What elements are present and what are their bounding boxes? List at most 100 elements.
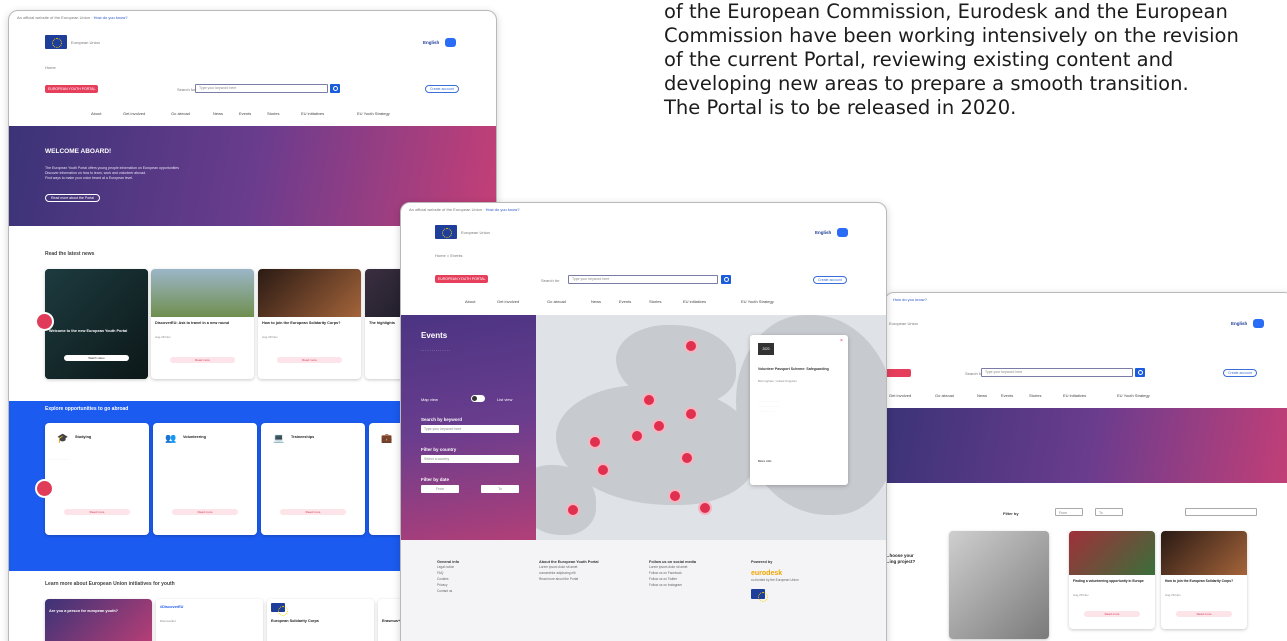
events-filter-panel: Events · · · · · · · · · · · · · · Map v… (401, 315, 536, 540)
eu-flag-icon (435, 225, 457, 239)
breadcrumb-home[interactable]: Home (45, 65, 56, 70)
close-icon[interactable]: × (840, 338, 843, 344)
explore-card-button[interactable]: Read more (63, 509, 131, 515)
learn-card-sub: DiscoverEU (160, 619, 176, 623)
listing-card-button[interactable]: Read more (1084, 611, 1140, 617)
event-popup-title: Volunteer Passport Scheme: Safeguarding (758, 367, 829, 371)
search-button[interactable] (1135, 368, 1145, 377)
event-pin[interactable] (700, 503, 710, 513)
from-field[interactable]: From (1055, 508, 1083, 516)
keyword-label: Search by keyword (421, 417, 463, 422)
nav-item[interactable]: Get involved (889, 393, 935, 398)
nav-item[interactable]: About (91, 111, 123, 116)
nav-item[interactable]: News (213, 111, 239, 116)
breadcrumb-home[interactable]: Home (435, 253, 446, 258)
language-bubble-icon[interactable] (837, 228, 848, 237)
event-pin[interactable] (632, 431, 642, 441)
language-bubble-icon[interactable] (445, 38, 456, 47)
to-field[interactable]: To (1095, 508, 1123, 516)
language-selector[interactable]: English (423, 40, 439, 45)
events-page-screenshot: An official website of the European Unio… (400, 202, 887, 641)
explore-card-title: Studying (75, 435, 92, 439)
create-account-button[interactable]: Create account (425, 85, 459, 93)
official-notice: An official website of the European Unio… (17, 15, 128, 20)
nav-item[interactable]: News (591, 299, 619, 304)
news-card-button[interactable]: Read more (169, 357, 236, 363)
news-card-image (258, 269, 361, 317)
nav-item[interactable]: Get involved (123, 111, 171, 116)
country-select[interactable]: Select a country (421, 455, 519, 463)
event-popup[interactable]: × 2020 Volunteer Passport Scheme: Safegu… (750, 335, 848, 485)
learn-card[interactable]: Are you a person for european youth? (45, 599, 152, 641)
event-pin[interactable] (682, 453, 692, 463)
search-label: Search for (177, 87, 196, 92)
hero-read-more-button[interactable]: Read more about the Portal (45, 194, 100, 202)
news-card-button[interactable]: Watch video (63, 355, 130, 361)
nav-item[interactable]: EU Youth Strategy (1117, 393, 1150, 398)
news-card[interactable]: Welcome to the new European Youth Portal… (45, 269, 148, 379)
laptop-icon: 💻 (273, 433, 285, 443)
news-card[interactable]: How to join the European Solidarity Corp… (258, 269, 361, 379)
explore-card-button[interactable]: Read more (279, 509, 347, 515)
event-pin[interactable] (644, 395, 654, 405)
search-input[interactable]: Type your keyword here (981, 368, 1133, 377)
language-bubble-icon[interactable] (1253, 319, 1264, 328)
nav-item[interactable]: EU initiatives (1063, 393, 1117, 398)
nav-item[interactable]: News (977, 393, 1001, 398)
event-more-info[interactable]: More info (758, 459, 772, 463)
search-button[interactable] (721, 275, 731, 284)
explore-card[interactable]: 💻 Traineeships Read more (261, 423, 365, 535)
listing-card[interactable]: How to join the European Solidarity Corp… (1161, 531, 1247, 629)
listing-card-button[interactable]: Read more (1176, 611, 1232, 617)
explore-card[interactable]: 👥 Volunteering Read more (153, 423, 257, 535)
event-pin[interactable] (590, 437, 600, 447)
nav-item[interactable]: Stories (1029, 393, 1063, 398)
view-toggle[interactable] (471, 395, 485, 402)
carousel-prev-button[interactable] (37, 481, 52, 496)
from-date-field[interactable]: From (421, 485, 459, 493)
nav-item[interactable]: Go abroad (935, 393, 977, 398)
nav-item[interactable]: Get involved (497, 299, 547, 304)
search-input[interactable]: Type your keyword here (195, 84, 328, 93)
nav-item[interactable]: EU initiatives (301, 111, 357, 116)
keyword-input[interactable]: Type your keyword here (421, 425, 519, 433)
search-button[interactable] (330, 84, 340, 93)
nav-item[interactable]: Events (239, 111, 267, 116)
language-selector[interactable]: English (815, 230, 831, 235)
nav-item[interactable]: About (465, 299, 497, 304)
learn-card[interactable]: European Solidarity Corps (267, 599, 374, 641)
news-card[interactable]: DiscoverEU: Ask to travel in a new round… (151, 269, 254, 379)
event-pin[interactable] (598, 465, 608, 475)
listing-card[interactable]: Finding a volunteering opportunity in Eu… (1069, 531, 1155, 629)
europe-map[interactable]: × 2020 Volunteer Passport Scheme: Safegu… (536, 315, 886, 540)
nav-item[interactable]: EU Youth Strategy (741, 299, 774, 304)
event-pin[interactable] (670, 491, 680, 501)
create-account-button[interactable]: Create account (1223, 369, 1257, 377)
event-pin[interactable] (654, 421, 664, 431)
event-pin[interactable] (686, 409, 696, 419)
event-pin[interactable] (568, 505, 578, 515)
language-selector[interactable]: English (1231, 321, 1247, 326)
search-input[interactable]: Type your keyword here (568, 275, 718, 284)
listing-photo-card[interactable] (949, 531, 1049, 639)
nav-item[interactable]: Events (1001, 393, 1029, 398)
event-pin[interactable] (686, 341, 696, 351)
nav-item[interactable]: EU Youth Strategy (357, 111, 390, 116)
to-date-field[interactable]: To (481, 485, 519, 493)
explore-card-button[interactable]: Read more (171, 509, 239, 515)
filter-label: Filter by (1003, 511, 1019, 516)
nav-item[interactable]: Go abroad (547, 299, 591, 304)
nav-item[interactable]: EU initiatives (683, 299, 741, 304)
learn-card[interactable]: #DiscoverEU DiscoverEU (156, 599, 263, 641)
carousel-prev-button[interactable] (37, 314, 52, 329)
sort-select[interactable] (1185, 508, 1257, 516)
nav-item[interactable]: Stories (267, 111, 301, 116)
listing-card-title: How to join the European Solidarity Corp… (1165, 579, 1234, 583)
nav-item[interactable]: Events (619, 299, 649, 304)
news-card-button[interactable]: Read more (276, 357, 343, 363)
nav-item[interactable]: Stories (649, 299, 683, 304)
explore-card[interactable]: 🎓 Studying · · · · · · · · · · · Read mo… (45, 423, 149, 535)
nav-item[interactable]: Go abroad (171, 111, 213, 116)
news-card-image (151, 269, 254, 317)
create-account-button[interactable]: Create account (813, 276, 847, 284)
